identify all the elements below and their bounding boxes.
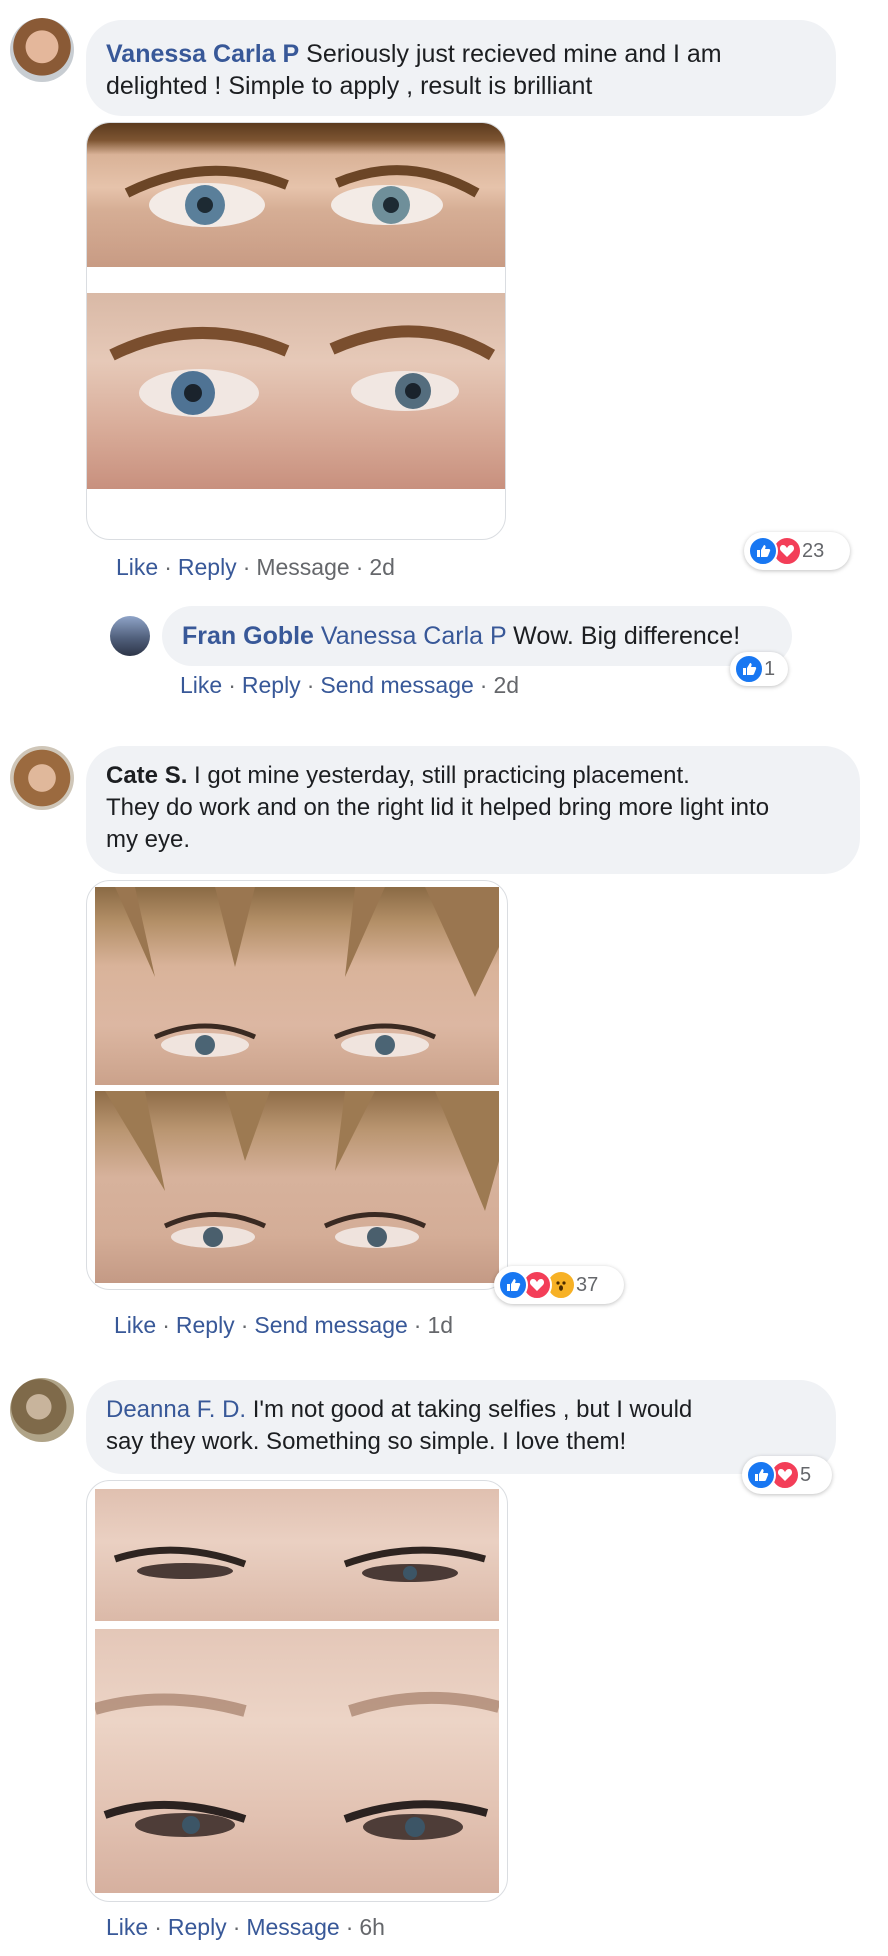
avatar[interactable] <box>110 616 150 656</box>
message-link[interactable]: Send message <box>254 1312 407 1338</box>
comment-text: delighted ! Simple to apply , result is … <box>106 72 593 100</box>
timestamp[interactable]: 1d <box>427 1312 453 1338</box>
message-link[interactable]: Message <box>246 1914 339 1940</box>
eyes-illustration <box>105 1091 499 1248</box>
after-eye-image <box>95 1629 499 1893</box>
like-reaction-icon <box>748 536 778 566</box>
author-name[interactable]: Fran Goble <box>182 622 314 650</box>
like-reaction-icon <box>498 1270 528 1300</box>
avatar[interactable] <box>10 18 74 82</box>
reaction-summary[interactable]: 5 <box>742 1456 832 1494</box>
like-link[interactable]: Like <box>116 554 158 580</box>
mention-tag[interactable]: Vanessa Carla P <box>321 622 506 650</box>
reaction-count: 23 <box>802 539 825 562</box>
before-eye-image <box>87 123 505 267</box>
comment-photo[interactable] <box>86 1480 508 1902</box>
comment-photo[interactable] <box>86 880 508 1290</box>
image-divider <box>87 267 505 293</box>
reaction-summary[interactable]: 37 <box>494 1266 624 1304</box>
timestamp[interactable]: 2d <box>493 672 519 698</box>
eyes-illustration <box>113 1546 486 1582</box>
after-eye-image <box>87 293 505 489</box>
reaction-summary[interactable]: 23 <box>744 532 850 570</box>
comment-actions: Like · Reply · Send message · 2d <box>180 672 520 698</box>
comment-text: I'm not good at taking selfies , but I w… <box>252 1396 693 1423</box>
like-reaction-icon <box>746 1460 776 1490</box>
reaction-count: 5 <box>800 1463 812 1486</box>
comment-text: say they work. Something so simple. I lo… <box>106 1428 627 1455</box>
like-reaction-icon <box>734 654 764 684</box>
comment-text: Wow. Big difference! <box>513 622 741 650</box>
comment-photo[interactable] <box>86 122 506 540</box>
reply-link[interactable]: Reply <box>178 554 237 580</box>
like-link[interactable]: Like <box>180 672 222 698</box>
reply-bubble: Fran Goble Vanessa Carla P Wow. Big diff… <box>162 606 792 666</box>
message-link[interactable]: Message <box>256 554 349 580</box>
eyes-illustration <box>124 165 480 227</box>
comment-bubble: Cate S. I got mine yesterday, still prac… <box>86 746 860 874</box>
author-name[interactable]: Vanessa Carla P <box>106 40 299 68</box>
reply-link[interactable]: Reply <box>242 672 301 698</box>
like-link[interactable]: Like <box>114 1312 156 1338</box>
author-name[interactable]: Cate S. <box>106 762 187 789</box>
reply-link[interactable]: Reply <box>168 1914 227 1940</box>
avatar[interactable] <box>10 746 74 810</box>
timestamp[interactable]: 2d <box>369 554 395 580</box>
comment-actions: Like · Reply · Message · 2d <box>116 554 395 580</box>
after-eye-image <box>95 1091 499 1283</box>
comment-text: Seriously just recieved mine and I am <box>306 40 722 68</box>
like-link[interactable]: Like <box>106 1914 148 1940</box>
before-eye-image <box>95 1489 499 1621</box>
eyes-illustration <box>115 887 499 1057</box>
message-link[interactable]: Send message <box>320 672 473 698</box>
comment-actions: Like · Reply · Send message · 1d <box>114 1312 454 1338</box>
avatar[interactable] <box>10 1378 74 1442</box>
reaction-count: 1 <box>764 657 776 680</box>
comment-text: I got mine yesterday, still practicing p… <box>194 762 690 789</box>
image-divider <box>95 1621 499 1629</box>
comment-bubble: Deanna F. D. I'm not good at taking self… <box>86 1380 836 1474</box>
author-name[interactable]: Deanna F. D. <box>106 1396 246 1423</box>
reaction-count: 37 <box>576 1273 599 1296</box>
timestamp[interactable]: 6h <box>359 1914 385 1940</box>
reply-link[interactable]: Reply <box>176 1312 235 1338</box>
comment-bubble: Vanessa Carla P Seriously just recieved … <box>86 20 836 116</box>
before-eye-image <box>95 887 499 1085</box>
reaction-summary[interactable]: 1 <box>730 652 788 686</box>
comment-actions: Like · Reply · Message · 6h <box>106 1914 385 1940</box>
eyes-illustration <box>95 1691 499 1840</box>
eyes-illustration <box>109 325 496 417</box>
comment-text: They do work and on the right lid it hel… <box>106 794 770 821</box>
comment-text: my eye. <box>106 826 191 853</box>
